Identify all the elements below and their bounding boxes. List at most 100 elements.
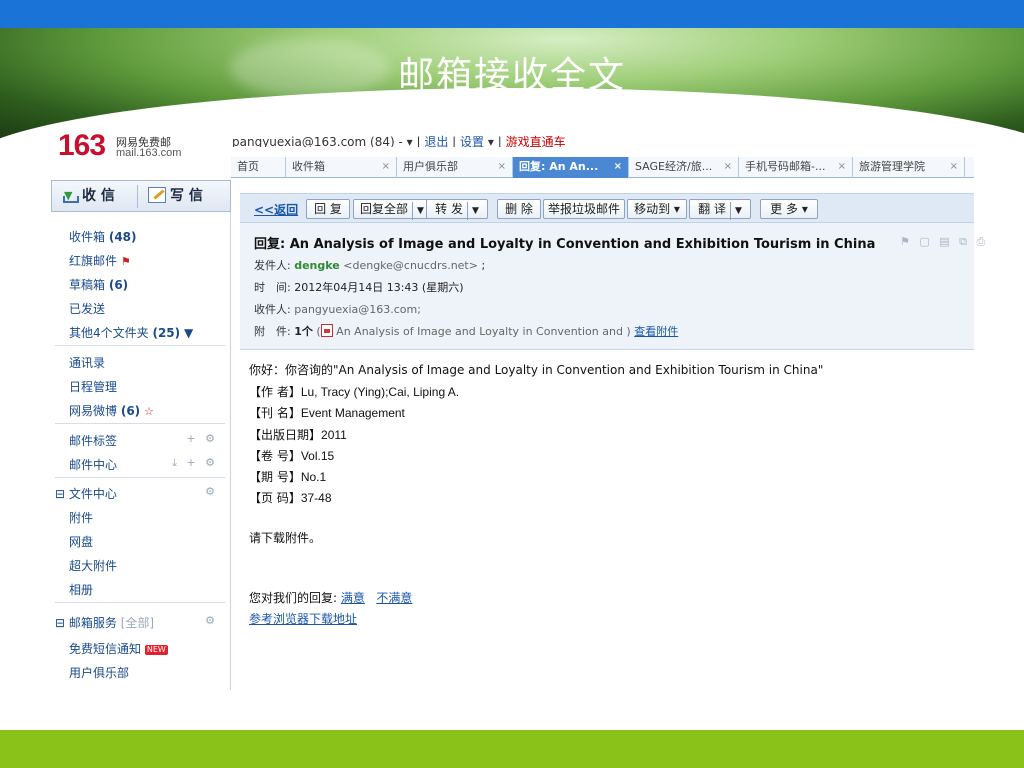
recipient: pangyuexia@163.com;: [294, 303, 421, 316]
slide-bottom-bar: [0, 730, 1024, 768]
sidebar-item-netdisk[interactable]: 网盘: [69, 533, 93, 550]
sidebar: 收 信 写 信 收件箱 (48) 红旗邮件 ⚑ 草稿箱 (6) 已发送 其他4个…: [51, 180, 231, 690]
more-button[interactable]: 更 多 ▾: [760, 199, 818, 219]
from-label: 发件人:: [254, 259, 291, 272]
tab-sage[interactable]: SAGE经济/旅... ×: [629, 157, 739, 178]
reply-all-button[interactable]: 回复全部 ▼: [353, 199, 431, 220]
chevron-down-icon[interactable]: ▼: [412, 202, 424, 220]
time-row: 时 间: 2012年04月14日 13:43 (星期六): [254, 279, 463, 295]
close-icon[interactable]: ×: [382, 157, 390, 177]
attach-count: 1个: [294, 325, 313, 338]
close-icon[interactable]: ×: [724, 157, 732, 177]
pen-icon: [148, 187, 166, 203]
chevron-down-icon[interactable]: ▼: [729, 202, 742, 220]
chevron-down-icon: ▾: [801, 202, 808, 216]
divider: [55, 423, 225, 424]
mail-logo[interactable]: 163 网易免费邮 mail.163.com: [58, 132, 228, 164]
satisfied-link[interactable]: 满意: [341, 591, 365, 605]
new-badge: NEW: [144, 645, 168, 655]
close-icon[interactable]: ×: [838, 157, 846, 177]
sidebar-item-album[interactable]: 相册: [69, 581, 93, 598]
date-line: 【出版日期】2011: [249, 428, 347, 442]
divider: [55, 345, 225, 346]
tab-label: 收件箱: [292, 160, 325, 173]
weibo-count: (6): [120, 404, 141, 418]
reply-button[interactable]: 回 复: [306, 199, 350, 219]
tags-tools[interactable]: + ⚙: [186, 432, 218, 445]
tab-tourism[interactable]: 旅游管理学院 ×: [853, 157, 965, 178]
slide-title: 邮箱接收全文: [397, 55, 626, 96]
collapse-icon: ⊟: [55, 487, 66, 501]
sidebar-item-inbox[interactable]: 收件箱 (48): [69, 228, 137, 245]
greeting: 你好：你咨询的"An Analysis of Image and Loyalty…: [249, 363, 824, 377]
volume-line: 【卷 号】Vol.15: [249, 449, 335, 463]
view-attachment-link[interactable]: 查看附件: [634, 325, 678, 338]
tab-home[interactable]: 首页: [231, 157, 286, 178]
browser-download-link[interactable]: 参考浏览器下载地址: [249, 610, 357, 627]
sidebar-item-sms[interactable]: 免费短信通知 NEW: [69, 640, 168, 657]
sidebar-item-club[interactable]: 用户俱乐部: [69, 664, 129, 681]
files-tools[interactable]: ⚙: [205, 485, 218, 498]
unsatisfied-link[interactable]: 不满意: [376, 591, 412, 605]
feedback-label: 您对我们的回复:: [249, 591, 338, 605]
send-time: 2012年04月14日 13:43 (星期六): [294, 281, 464, 294]
feedback-line: 您对我们的回复: 满意 不满意: [249, 589, 412, 606]
close-icon[interactable]: ×: [950, 157, 958, 177]
tab-phone-mail[interactable]: 手机号码邮箱-... ×: [739, 157, 853, 178]
sidebar-item-flagged[interactable]: 红旗邮件 ⚑: [69, 252, 131, 269]
chevron-down-icon: ▼: [183, 326, 194, 340]
inbox-count: (48): [108, 230, 137, 244]
collapse-icon: ⊟: [55, 616, 66, 630]
receive-button[interactable]: 收 信: [60, 184, 138, 208]
sidebar-item-tags[interactable]: 邮件标签: [69, 432, 117, 449]
report-spam-button[interactable]: 举报垃圾邮件: [543, 199, 625, 219]
time-label: 时 间:: [254, 281, 291, 294]
close-icon[interactable]: ×: [498, 157, 506, 177]
author-line: 【作 者】Lu, Tracy (Ying);Cai, Liping A.: [249, 385, 460, 399]
attach-label: 附 件:: [254, 325, 291, 338]
back-link[interactable]: <<返回: [254, 201, 298, 218]
sidebar-item-big-attach[interactable]: 超大附件: [69, 557, 117, 574]
sidebar-item-other[interactable]: 其他4个文件夹 (25) ▼: [69, 324, 193, 341]
sidebar-item-attachments[interactable]: 附件: [69, 509, 93, 526]
divider: [55, 477, 225, 478]
delete-button[interactable]: 删 除: [497, 199, 541, 219]
tab-label: 首页: [237, 160, 259, 173]
issue-line: 【期 号】No.1: [249, 470, 327, 484]
chevron-down-icon[interactable]: ▼: [466, 202, 479, 220]
attachment-name[interactable]: An Analysis of Image and Loyalty in Conv…: [336, 325, 631, 338]
center-tools[interactable]: ⤓ + ⚙: [172, 456, 218, 470]
tab-reply[interactable]: 回复: An An... ×: [513, 157, 629, 178]
sidebar-section-services[interactable]: ⊟ 邮箱服务 [全部]: [55, 614, 154, 631]
sender-name[interactable]: dengke: [294, 259, 340, 272]
to-label: 收件人:: [254, 303, 291, 316]
message-toolbar: <<返回 回 复 回复全部 ▼ 转 发 ▼ 删 除 举报垃圾邮件 移动到 ▾ 翻 译…: [240, 193, 974, 223]
sender-address: <dengke@cnucdrs.net>: [343, 259, 478, 272]
sidebar-item-drafts[interactable]: 草稿箱 (6): [69, 276, 128, 293]
game-link[interactable]: 游戏直通车: [506, 135, 566, 147]
move-to-button[interactable]: 移动到 ▾: [627, 199, 687, 219]
flag-icon: ⚑: [120, 255, 131, 268]
tab-bar: 首页 收件箱 × 用户俱乐部 × 回复: An An... × SAGE经济/旅...…: [231, 157, 974, 178]
sidebar-item-weibo[interactable]: 网易微博 (6) ☆: [69, 402, 154, 419]
pages-line: 【页 码】37-48: [249, 491, 332, 505]
tab-inbox[interactable]: 收件箱 ×: [286, 157, 397, 178]
translate-button[interactable]: 翻 译 ▼: [689, 199, 751, 220]
services-tools[interactable]: ⚙: [205, 614, 218, 627]
services-all-link[interactable]: [全部]: [121, 616, 154, 630]
close-icon[interactable]: ×: [614, 157, 622, 177]
tab-label: 用户俱乐部: [403, 160, 458, 173]
sidebar-item-contacts[interactable]: 通讯录: [69, 354, 105, 371]
tab-club[interactable]: 用户俱乐部 ×: [397, 157, 513, 178]
write-button[interactable]: 写 信: [148, 185, 228, 208]
sidebar-item-calendar[interactable]: 日程管理: [69, 378, 117, 395]
sidebar-item-center[interactable]: 邮件中心: [69, 456, 117, 473]
sidebar-item-sent[interactable]: 已发送: [69, 300, 105, 317]
logout-link[interactable]: 退出: [424, 135, 448, 147]
subject-action-icons[interactable]: ⚑ ▢ ▤ ⧉ ⎙: [900, 235, 988, 249]
logo-number: 163: [58, 132, 106, 162]
settings-link[interactable]: 设置: [460, 135, 484, 147]
account-bar: pangyuexia@163.com (84) - ▾ | 退出 | 设置 ▾ …: [232, 135, 566, 147]
sidebar-section-files[interactable]: ⊟ 文件中心: [55, 485, 117, 502]
forward-button[interactable]: 转 发 ▼: [426, 199, 488, 220]
